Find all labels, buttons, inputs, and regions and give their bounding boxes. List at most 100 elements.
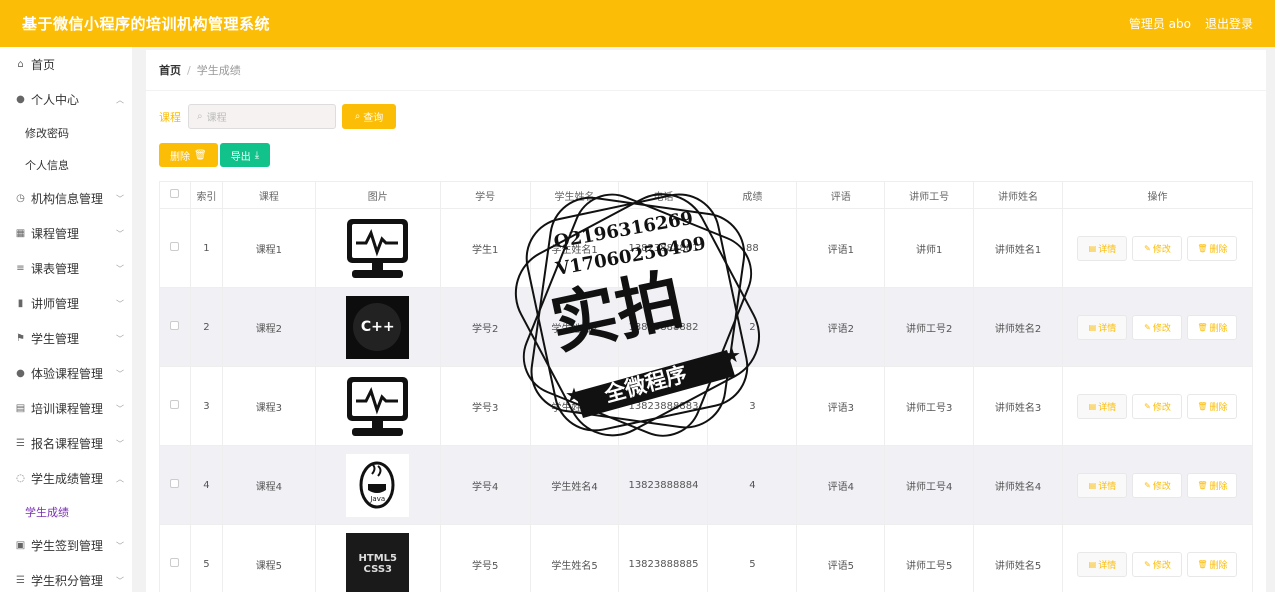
detail-button-label: 详情 — [1098, 323, 1117, 334]
monitor-icon — [347, 218, 409, 278]
search-button[interactable]: ⌕ 查询 — [342, 104, 396, 129]
sidebar-item[interactable]: ▮ 讲师管理 ﹀ — [0, 286, 132, 321]
trash-icon: 🗑 — [1197, 480, 1208, 490]
cell-index: 5 — [189, 524, 223, 592]
chevron-down-icon: ﹀ — [116, 369, 124, 378]
sidebar-item[interactable]: ⌂ 首页 — [0, 47, 132, 82]
sidebar-item-label: 学生成绩管理 — [31, 472, 104, 486]
stack-icon: ≡ — [16, 263, 25, 274]
sidebar-item[interactable]: ☰ 学生积分管理 ﹀ — [0, 563, 132, 592]
detail-button[interactable]: ▤ 详情 — [1077, 314, 1128, 340]
edit-button[interactable]: ✎ 修改 — [1132, 551, 1183, 577]
grid-icon: ▦ — [15, 228, 26, 239]
trash-icon: 🗑 — [1197, 243, 1208, 253]
row-delete-button-label: 删除 — [1209, 244, 1228, 255]
row-select-cell — [159, 524, 191, 592]
cell-sname: 学生姓名4 — [529, 445, 620, 525]
table-row: 3 课程3 学号3 学生姓名3 13823888883 3 评语3 讲师工号3 讲师姓名3 ▤ 详情… — [159, 366, 1254, 446]
sidebar-item[interactable]: ≡ 课表管理 ﹀ — [0, 251, 132, 286]
row-delete-button-label: 删除 — [1209, 560, 1228, 571]
table-row: 5 课程5 HTML5 CSS3 学号5 学生姓名5 13823888885 5 评语5 讲师工号… — [159, 524, 1254, 592]
row-checkbox[interactable] — [170, 558, 180, 567]
detail-button[interactable]: ▤ 详情 — [1077, 235, 1128, 261]
sidebar-item[interactable]: ● 体验课程管理 ﹀ — [0, 356, 132, 391]
edit-button[interactable]: ✎ 修改 — [1132, 393, 1183, 419]
detail-button[interactable]: ▤ 详情 — [1077, 393, 1128, 419]
circle-icon: ◌ — [16, 473, 25, 484]
trash-icon: 🗑 — [1197, 322, 1208, 332]
delete-button[interactable]: 删除 🗑 — [159, 143, 218, 167]
row-actions: ▤ 详情 ✎ 修改 🗑 删除 — [1063, 314, 1252, 340]
cell-phone: 13823888883 — [618, 366, 709, 446]
cell-tname: 讲师姓名2 — [973, 287, 1063, 367]
sliders-icon: ☰ — [16, 438, 25, 449]
edit-button[interactable]: ✎ 修改 — [1132, 235, 1183, 261]
sidebar-subitem[interactable]: 学生成绩 — [0, 496, 132, 528]
monitor-icon — [347, 376, 409, 436]
detail-button[interactable]: ▤ 详情 — [1077, 551, 1128, 577]
pin-icon: ● — [16, 368, 25, 379]
sidebar-item[interactable]: ☰ 报名课程管理 ﹀ — [0, 426, 132, 461]
row-delete-button[interactable]: 🗑 删除 — [1187, 551, 1238, 577]
image-cell: C++ — [314, 287, 441, 367]
cell-sid: 学号5 — [439, 524, 531, 592]
table-header: 学生姓名 — [529, 181, 620, 209]
sidebar-item[interactable]: ◷ 机构信息管理 ﹀ — [0, 181, 132, 216]
chevron-up-icon: ︿ — [116, 95, 124, 104]
select-all-checkbox[interactable] — [170, 189, 180, 198]
detail-button-label: 详情 — [1098, 481, 1117, 492]
sidebar-item[interactable]: ⚑ 学生管理 ﹀ — [0, 321, 132, 356]
java-logo-icon — [359, 461, 395, 508]
sidebar-subitem[interactable]: 个人信息 — [0, 149, 132, 181]
cell-comment: 评语4 — [796, 445, 886, 525]
row-checkbox[interactable] — [170, 242, 180, 251]
sidebar-item[interactable]: ▤ 培训课程管理 ﹀ — [0, 391, 132, 426]
chevron-down-icon: ﹀ — [116, 334, 124, 343]
sidebar-subitem[interactable]: 修改密码 — [0, 117, 132, 149]
row-delete-button[interactable]: 🗑 删除 — [1187, 314, 1238, 340]
row-checkbox[interactable] — [170, 400, 180, 409]
cell-index: 4 — [189, 445, 223, 525]
edit-button-label: 修改 — [1152, 244, 1171, 255]
chevron-down-icon: ﹀ — [116, 264, 124, 273]
row-checkbox[interactable] — [170, 479, 180, 488]
home-icon: ⌂ — [17, 59, 24, 70]
sidebar-item-label: 报名课程管理 — [31, 437, 104, 451]
cell-comment: 评语1 — [796, 208, 886, 288]
export-button[interactable]: 导出 ⤓ — [219, 143, 271, 167]
row-delete-button[interactable]: 🗑 删除 — [1187, 393, 1238, 419]
sidebar-item[interactable]: ▣ 学生签到管理 ﹀ — [0, 528, 132, 563]
row-delete-button[interactable]: 🗑 删除 — [1187, 472, 1238, 498]
chevron-down-icon: ﹀ — [116, 299, 124, 308]
sidebar: ⌂ 首页 ● 个人中心 ︿ 修改密码 个人信息 ◷ 机构信息管理 ﹀ ▦ 课程管理 ﹀ ≡ 课表管理 ﹀ ▮ 讲师… — [0, 47, 132, 592]
row-checkbox[interactable] — [170, 321, 180, 330]
cell-tname: 讲师姓名1 — [973, 208, 1063, 288]
sidebar-item[interactable]: ● 个人中心 ︿ — [0, 82, 132, 117]
row-delete-button[interactable]: 🗑 删除 — [1187, 235, 1238, 261]
detail-button[interactable]: ▤ 详情 — [1077, 472, 1128, 498]
image-cell — [314, 366, 441, 446]
sidebar-item-label: 个人中心 — [31, 93, 80, 107]
user-name[interactable]: 管理员 abo — [1129, 15, 1191, 32]
logout-link[interactable]: 退出登录 — [1205, 15, 1253, 32]
table-header-row: 索引 课程 图片 学号 学生姓名 电话 成绩 评语 讲师工号 讲师姓名 操作 — [159, 181, 1254, 209]
chevron-down-icon: ﹀ — [116, 439, 124, 448]
scores-table: 索引 课程 图片 学号 学生姓名 电话 成绩 评语 讲师工号 讲师姓名 操作 1 课程1 学生1 学生姓名… — [159, 181, 1254, 592]
edit-button[interactable]: ✎ 修改 — [1132, 314, 1183, 340]
list-icon: ☰ — [16, 575, 25, 586]
cell-comment: 评语3 — [796, 366, 886, 446]
sidebar-item[interactable]: ◌ 学生成绩管理 ︿ — [0, 461, 132, 496]
trash-icon: 🗑 — [1197, 401, 1208, 411]
doc-icon: ▤ — [1088, 480, 1097, 490]
image-cell — [314, 208, 441, 288]
cell-tid: 讲师工号5 — [884, 524, 975, 592]
chevron-down-icon: ﹀ — [116, 194, 124, 203]
cell-phone: 13823888885 — [618, 524, 709, 592]
breadcrumb-home[interactable]: 首页 — [159, 62, 181, 78]
sidebar-item[interactable]: ▦ 课程管理 ﹀ — [0, 216, 132, 251]
search-input[interactable]: ⌕ 课程 — [188, 104, 336, 129]
edit-button[interactable]: ✎ 修改 — [1132, 472, 1183, 498]
cell-sid: 学号2 — [439, 287, 531, 367]
ops-cell: ▤ 详情 ✎ 修改 🗑 删除 — [1061, 208, 1254, 288]
cell-sname: 学生姓名5 — [529, 524, 620, 592]
